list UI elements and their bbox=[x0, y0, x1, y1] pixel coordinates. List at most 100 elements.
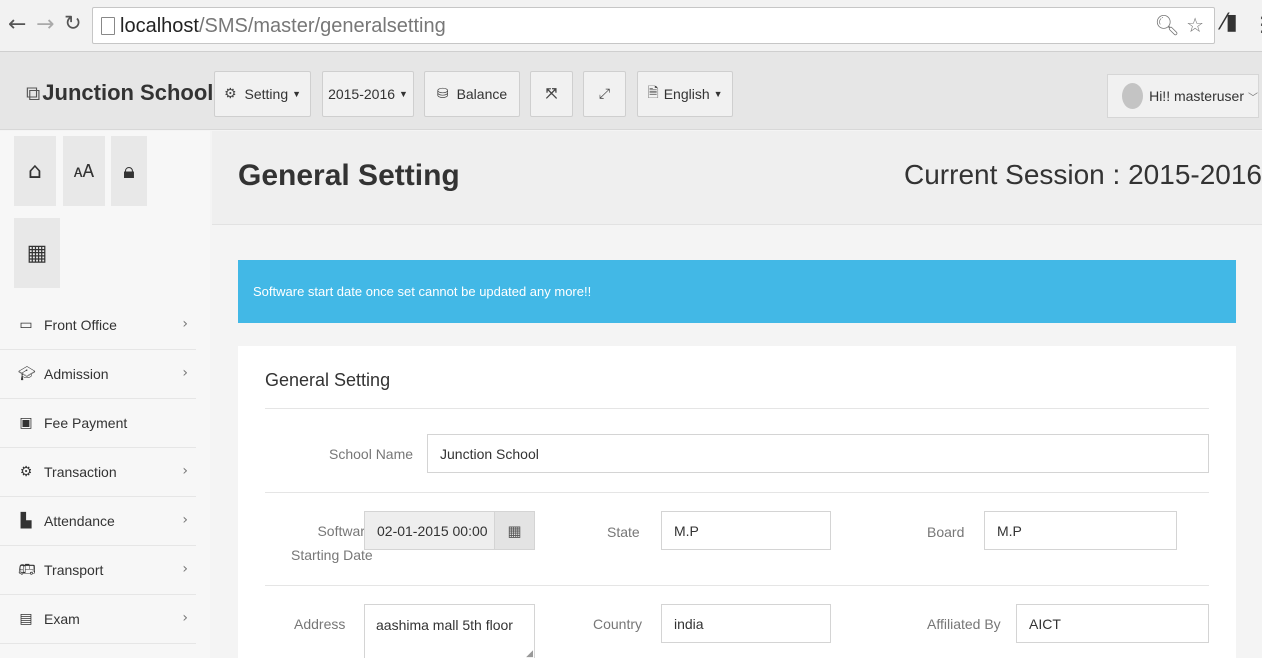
caret-down-icon: ▼ bbox=[292, 89, 302, 99]
brand[interactable]: ⧉Junction School bbox=[26, 80, 213, 106]
affiliated-by-label: Affiliated By bbox=[927, 616, 1001, 632]
logo-icon: ⧉ bbox=[26, 81, 41, 105]
star-icon[interactable]: ☆ bbox=[1186, 13, 1204, 37]
address-textarea[interactable]: aashima mall 5th floor ◢ bbox=[364, 604, 535, 658]
sidebar-item-label: Fee Payment bbox=[44, 415, 128, 431]
balance-button[interactable]: ⛁ Balance bbox=[424, 71, 520, 117]
search-icon[interactable]: 🔍︎ bbox=[1154, 13, 1179, 37]
school-name-input[interactable]: Junction School bbox=[427, 434, 1209, 473]
caret-down-icon: ▼ bbox=[713, 89, 723, 99]
sidebar-item-label: Attendance bbox=[44, 513, 115, 529]
start-date-label-line2: Starting Date bbox=[291, 547, 373, 563]
user-greeting: Hi!! masteruser bbox=[1149, 88, 1244, 104]
state-input[interactable]: M.P bbox=[661, 511, 831, 550]
general-setting-panel: General Setting School Name Junction Sch… bbox=[238, 346, 1236, 658]
calendar-button[interactable]: ▦ bbox=[495, 511, 535, 550]
chevron-right-icon: › bbox=[182, 561, 188, 577]
monitor-icon: ▭ bbox=[19, 317, 33, 333]
country-label: Country bbox=[593, 616, 643, 632]
setting-dropdown-button[interactable]: ⚙ Setting ▼ bbox=[214, 71, 311, 117]
sidebar-item-front-office[interactable]: ▭ Front Office › bbox=[0, 301, 196, 350]
fullscreen-button[interactable]: ⤢ bbox=[583, 71, 626, 117]
sidebar-item-attendance[interactable]: ▙ Attendance › bbox=[0, 497, 196, 546]
balance-label: Balance bbox=[456, 86, 508, 102]
chevron-right-icon: › bbox=[182, 512, 188, 528]
gear-icon: ⚙ bbox=[19, 464, 33, 480]
current-session: Current Session : 2015-2016 bbox=[904, 159, 1262, 190]
info-alert: Software start date once set cannot be u… bbox=[238, 260, 1236, 323]
bar-chart-icon: ▙ bbox=[20, 513, 32, 529]
start-date-label: Software Starting Date bbox=[291, 523, 373, 563]
caret-down-icon: ▼ bbox=[399, 89, 408, 99]
affiliated-by-input[interactable]: AICT bbox=[1016, 604, 1209, 643]
divider bbox=[265, 492, 1209, 493]
expand-icon: ⤢ bbox=[598, 86, 611, 102]
page-title: General Setting bbox=[238, 159, 460, 192]
lock-shortcut[interactable]: 🔒︎ bbox=[111, 136, 147, 206]
forward-arrow-icon[interactable]: → bbox=[36, 12, 54, 37]
sidebar-item-label: Exam bbox=[44, 611, 80, 627]
reload-icon[interactable]: ↻ bbox=[64, 11, 82, 35]
start-date-label-line1: Software bbox=[317, 523, 373, 539]
sidebar-item-transaction[interactable]: ⚙ Transaction › bbox=[0, 448, 196, 497]
lock-icon: 🔒︎ bbox=[123, 158, 135, 184]
board-label: Board bbox=[927, 524, 965, 540]
brand-name: Junction School bbox=[42, 80, 214, 105]
language-icon: 🗎 bbox=[647, 85, 659, 101]
address-label: Address bbox=[294, 616, 346, 632]
country-input[interactable]: india bbox=[661, 604, 831, 643]
back-arrow-icon[interactable]: ← bbox=[8, 12, 26, 37]
sidebar-item-fee-payment[interactable]: ▣ Fee Payment bbox=[0, 399, 196, 448]
chevron-right-icon: › bbox=[182, 610, 188, 626]
chevron-right-icon: › bbox=[182, 463, 188, 479]
graduation-cap-icon: 🎓︎ bbox=[18, 366, 36, 382]
money-icon: ▣ bbox=[19, 415, 33, 431]
extension-icon[interactable]: ⁄▮ bbox=[1222, 10, 1238, 35]
language-shortcut[interactable]: 🗚 bbox=[63, 136, 105, 206]
chevron-right-icon: › bbox=[182, 365, 188, 381]
sidebar-item-transport[interactable]: 🚌︎ Transport › bbox=[0, 546, 196, 595]
session-label: 2015-2016 bbox=[328, 86, 396, 102]
board-input[interactable]: M.P bbox=[984, 511, 1177, 550]
bus-icon: 🚌︎ bbox=[18, 562, 36, 578]
browser-menu-icon[interactable]: ⋮ bbox=[1252, 12, 1262, 36]
sidebar-item-admission[interactable]: 🎓︎ Admission › bbox=[0, 350, 196, 399]
divider bbox=[265, 408, 1209, 409]
file-icon: ▤ bbox=[19, 611, 33, 627]
translate-icon: 🗚 bbox=[73, 160, 95, 182]
content-header: General Setting Current Session : 2015-2… bbox=[212, 131, 1262, 225]
compress-button[interactable]: ⤧ bbox=[530, 71, 573, 117]
sidebar-item-label: Admission bbox=[44, 366, 109, 382]
database-icon: ⛁ bbox=[436, 86, 449, 102]
divider bbox=[265, 585, 1209, 586]
sidebar-item-exam[interactable]: ▤ Exam › bbox=[0, 595, 196, 644]
panel-title: General Setting bbox=[265, 370, 391, 390]
url-text: localhost/SMS/master/generalsetting bbox=[120, 15, 446, 37]
school-name-label: School Name bbox=[329, 446, 414, 462]
setting-label: Setting bbox=[244, 86, 289, 102]
start-date-input[interactable]: 02-01-2015 00:00 bbox=[364, 511, 495, 550]
compress-icon: ⤧ bbox=[545, 86, 558, 102]
language-dropdown-button[interactable]: 🗎 English ▼ bbox=[637, 71, 733, 117]
chevron-right-icon: › bbox=[182, 316, 188, 332]
resize-grip-icon[interactable]: ◢ bbox=[526, 649, 533, 658]
gear-icon: ⚙ bbox=[223, 86, 237, 102]
sidebar-item-label: Transaction bbox=[44, 464, 117, 480]
home-shortcut[interactable]: ⌂ bbox=[14, 136, 56, 206]
sidebar: ⌂ 🗚 🔒︎ ▦ ▭ Front Office › 🎓︎ Admission ›… bbox=[0, 131, 210, 658]
state-label: State bbox=[607, 524, 640, 540]
sidebar-item-label: Front Office bbox=[44, 317, 117, 333]
avatar bbox=[1122, 83, 1144, 109]
app-topbar: ⧉Junction School ⚙ Setting ▼ 2015-2016 ▼ ⛁ B… bbox=[0, 52, 1262, 130]
address-value: aashima mall 5th floor bbox=[376, 617, 513, 633]
chevron-down-icon: ﹀ bbox=[1248, 92, 1258, 104]
alert-message: Software start date once set cannot be u… bbox=[253, 284, 592, 299]
sidebar-item-label: Transport bbox=[44, 562, 104, 578]
language-label: English bbox=[663, 86, 710, 102]
address-bar[interactable]: localhost/SMS/master/generalsetting 🔍︎ ☆ bbox=[92, 7, 1215, 44]
session-dropdown-button[interactable]: 2015-2016 ▼ bbox=[322, 71, 414, 117]
user-menu-button[interactable]: Hi!! masteruser ﹀ bbox=[1107, 74, 1259, 118]
calendar-icon: ▦ bbox=[507, 521, 522, 540]
calendar-shortcut[interactable]: ▦ bbox=[14, 218, 60, 288]
calendar-icon: ▦ bbox=[26, 240, 48, 266]
